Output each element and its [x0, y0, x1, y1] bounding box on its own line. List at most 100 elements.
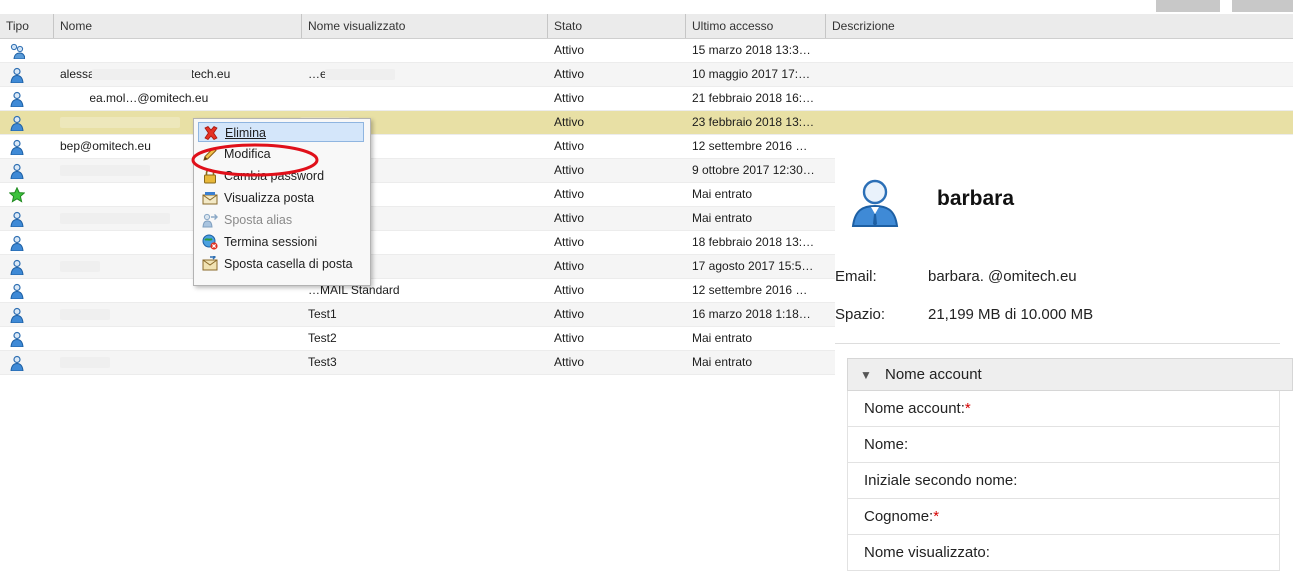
menu-item-label: Elimina: [225, 126, 266, 140]
cell-accesso: 17 agosto 2017 15:5…: [692, 259, 814, 273]
context-menu: Elimina Modifica Cambia password Visualizza…: [193, 118, 371, 286]
user-icon: [9, 163, 25, 180]
field-label-text: Nome:: [864, 436, 909, 453]
cell-stato: Attivo: [554, 67, 585, 81]
redaction-mark: [300, 93, 370, 104]
user-icon: [9, 259, 25, 276]
cell-display: Test3: [308, 355, 337, 369]
field-label: Cognome:*: [864, 508, 939, 525]
table-row[interactable]: alessan… …ldacci@omitech.eu…essandr…Atti…: [0, 63, 1293, 87]
required-marker: *: [933, 508, 940, 525]
cell-accesso: 18 febbraio 2018 13:…: [692, 235, 815, 249]
cell-accesso: 9 ottobre 2017 12:30…: [692, 163, 815, 177]
col-ultimo-accesso[interactable]: Ultimo accesso: [686, 14, 826, 38]
menu-item-label: Visualizza posta: [224, 191, 315, 205]
section-nome-account[interactable]: ▼ Nome account: [847, 358, 1293, 391]
field-label-text: Nome account:: [864, 400, 965, 417]
cell-stato: Attivo: [554, 307, 585, 321]
email-label: Email:: [835, 268, 877, 285]
field-row[interactable]: Cognome:*: [847, 499, 1280, 535]
field-row[interactable]: Nome:: [847, 427, 1280, 463]
col-nome[interactable]: Nome: [54, 14, 302, 38]
cell-accesso: Mai entrato: [692, 355, 753, 369]
field-row[interactable]: Nome visualizzato:: [847, 535, 1280, 571]
menu-item-label: Sposta casella di posta: [224, 257, 353, 271]
move-mailbox-icon: [202, 254, 218, 272]
cell-stato: Attivo: [554, 211, 585, 225]
section-title: Nome account: [885, 366, 982, 383]
redaction-mark: [60, 309, 110, 320]
account-detail-panel: barbara Email: barbara. @omitech.eu Spaz…: [835, 150, 1293, 588]
cell-stato: Attivo: [554, 259, 585, 273]
collapse-triangle-icon: ▼: [860, 368, 872, 382]
field-row[interactable]: Iniziale secondo nome:: [847, 463, 1280, 499]
cell-accesso: 10 maggio 2017 17:…: [692, 67, 811, 81]
table-header: Tipo Nome Nome visualizzato Stato Ultimo…: [0, 14, 1293, 39]
required-marker: *: [964, 400, 971, 417]
user-icon: [9, 307, 25, 324]
menu-item-elimina[interactable]: Elimina: [198, 122, 364, 142]
menu-item-termina-sessioni[interactable]: Termina sessioni: [198, 232, 364, 252]
user-icon: [9, 67, 25, 84]
field-label: Nome visualizzato:: [864, 544, 990, 561]
cell-stato: Attivo: [554, 139, 585, 153]
menu-item-sposta-casella-di-posta[interactable]: Sposta casella di posta: [198, 254, 364, 274]
user-icon: [9, 91, 25, 108]
cell-accesso: Mai entrato: [692, 211, 753, 225]
toolbar-fragment: [1156, 0, 1220, 12]
menu-item-cambia-password[interactable]: Cambia password: [198, 166, 364, 186]
mail-icon: [202, 190, 218, 206]
col-stato[interactable]: Stato: [548, 14, 686, 38]
cell-accesso: 16 marzo 2018 1:18…: [692, 307, 811, 321]
redaction-mark: [60, 189, 200, 200]
cell-accesso: Mai entrato: [692, 187, 753, 201]
email-value: barbara. @omitech.eu: [928, 268, 1077, 285]
cell-accesso: 15 marzo 2018 13:3…: [692, 43, 811, 57]
redaction-mark: [60, 261, 100, 272]
cell-stato: Attivo: [554, 331, 585, 345]
redaction-mark: [60, 333, 150, 344]
menu-item-visualizza-posta[interactable]: Visualizza posta: [198, 188, 364, 208]
cell-stato: Attivo: [554, 283, 585, 297]
account-display-name: barbara: [937, 187, 1015, 210]
cell-accesso: 12 settembre 2016 …: [692, 139, 808, 153]
cell-accesso: 21 febbraio 2018 16:…: [692, 91, 815, 105]
divider: [835, 343, 1280, 344]
redaction-mark: [60, 117, 180, 128]
terminate-sessions-icon: [202, 234, 218, 250]
col-nome-visualizzato[interactable]: Nome visualizzato: [302, 14, 548, 38]
user-icon: [9, 211, 25, 228]
cell-accesso: 12 settembre 2016 …: [692, 283, 808, 297]
field-row[interactable]: Nome account:*: [847, 391, 1280, 427]
cell-stato: Attivo: [554, 235, 585, 249]
menu-item-label: Sposta alias: [224, 213, 293, 227]
field-label-text: Iniziale secondo nome:: [864, 472, 1018, 489]
redaction-mark: [60, 165, 150, 176]
toolbar-fragment: [1232, 0, 1293, 12]
cell-display: Test2: [308, 331, 337, 345]
user-icon: [9, 115, 25, 132]
redaction-mark: [60, 45, 120, 56]
user-icon: [9, 331, 25, 348]
field-label: Iniziale secondo nome:: [864, 472, 1017, 489]
redaction-mark: [92, 69, 192, 80]
menu-item-label: Termina sessioni: [224, 235, 318, 249]
delete-x-icon: [203, 125, 219, 141]
cell-stato: Attivo: [554, 355, 585, 369]
menu-item-modifica[interactable]: Modifica: [198, 144, 364, 164]
table-row[interactable]: …ndrea.mol…@omitech.eu Attivo 21 febbraio …: [0, 87, 1293, 111]
field-label: Nome:: [864, 436, 908, 453]
cell-accesso: 23 febbraio 2018 13:…: [692, 115, 815, 129]
field-label-text: Cognome:: [864, 508, 934, 525]
user-icon: [9, 235, 25, 252]
space-value: 21,199 MB di 10.000 MB: [928, 306, 1094, 323]
user-avatar-icon: [851, 179, 899, 227]
menu-item-sposta-alias[interactable]: Sposta alias: [198, 210, 364, 230]
col-tipo[interactable]: Tipo: [0, 14, 54, 38]
table-row[interactable]: Attivo 15 marzo 2018 13:3…: [0, 39, 1293, 63]
cell-stato: Attivo: [554, 115, 585, 129]
col-descrizione[interactable]: Descrizione: [826, 14, 1293, 38]
space-label: Spazio:: [835, 306, 886, 323]
redaction-mark: [60, 285, 120, 296]
menu-item-label: Cambia password: [224, 169, 325, 183]
